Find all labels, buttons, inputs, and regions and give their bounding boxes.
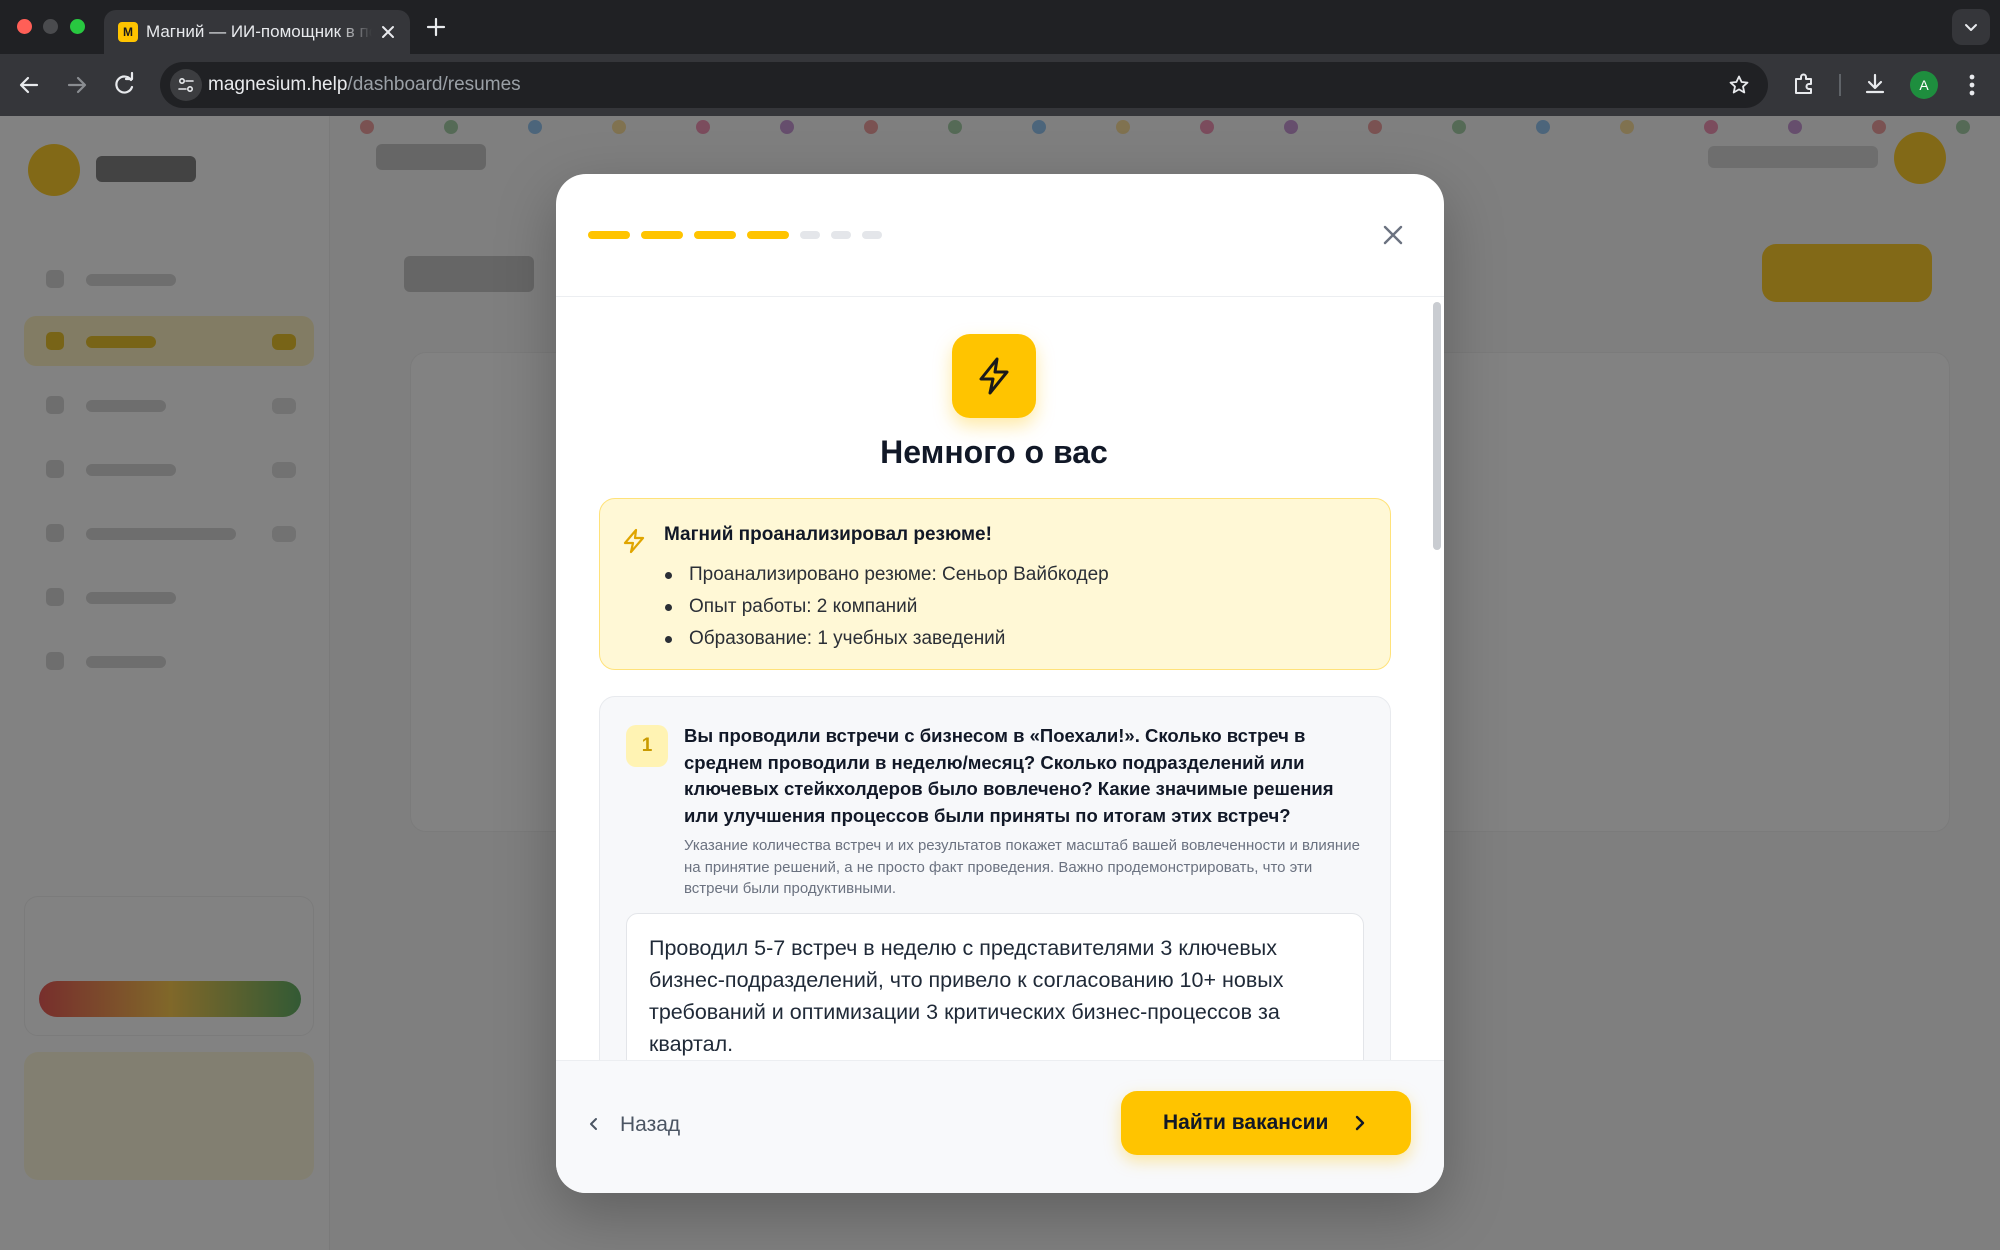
window-zoom-button[interactable] (70, 19, 85, 34)
chevron-down-icon (1965, 24, 1977, 31)
lightning-icon (623, 528, 645, 554)
close-icon[interactable] (1378, 220, 1408, 250)
find-vacancies-label: Найти вакансии (1163, 1111, 1329, 1134)
browser-menu-icon[interactable] (1960, 71, 1984, 99)
step-completed (747, 231, 789, 239)
reload-icon[interactable] (109, 70, 139, 100)
forward-arrow-icon[interactable] (62, 70, 92, 100)
chevron-left-icon (590, 1118, 597, 1130)
analysis-item-resume: Проанализировано резюме: Сеньор Вайбкоде… (664, 559, 1109, 591)
question-hint: Указание количества встреч и их результа… (684, 837, 1360, 897)
lightning-icon (952, 334, 1036, 418)
analysis-item-experience: Опыт работы: 2 компаний (664, 591, 1109, 623)
back-button[interactable]: Назад (586, 1105, 706, 1145)
extensions-puzzle-icon[interactable] (1791, 71, 1817, 97)
chevron-right-icon (1355, 1115, 1365, 1131)
question-text: Вы проводили встречи с бизнесом в «Поеха… (684, 725, 1334, 826)
address-bar[interactable]: magnesium.help/dashboard/resumes (160, 62, 1768, 108)
browser-tab-bar: М Магний — ИИ-помощник в поиске работы (0, 0, 2000, 54)
step-completed (694, 231, 736, 239)
analysis-item-education: Образование: 1 учебных заведений (664, 623, 1109, 655)
modal-scrollbar-thumb[interactable] (1433, 302, 1441, 550)
answer-textarea[interactable]: Проводил 5-7 встреч в неделю с представи… (626, 913, 1364, 1060)
window-close-button[interactable] (17, 19, 32, 34)
back-arrow-icon[interactable] (14, 70, 44, 100)
modal-header (556, 174, 1444, 297)
modal-body[interactable]: Немного о вас Магний проанализировал рез… (556, 298, 1444, 1060)
download-icon[interactable] (1862, 71, 1888, 97)
url-host: magnesium.help (208, 74, 348, 95)
new-tab-icon[interactable] (425, 16, 447, 38)
url-text[interactable]: magnesium.help/dashboard/resumes (208, 74, 521, 96)
bookmark-star-icon[interactable] (1728, 74, 1750, 96)
step-completed (641, 231, 683, 239)
analysis-title: Магний проанализировал резюме! (664, 524, 992, 545)
step-pending (831, 231, 851, 239)
tab-close-icon[interactable] (378, 22, 398, 42)
site-info-icon[interactable] (170, 69, 202, 101)
browser-toolbar: magnesium.help/dashboard/resumes A (0, 54, 2000, 116)
tab-title: Магний — ИИ-помощник в поиске работы (146, 22, 372, 41)
step-pending (862, 231, 882, 239)
onboarding-modal: Немного о вас Магний проанализировал рез… (556, 174, 1444, 1193)
back-button-label: Назад (620, 1113, 681, 1136)
analysis-list: Проанализировано резюме: Сеньор Вайбкоде… (664, 559, 1109, 655)
question-card: 1 Вы проводили встречи с бизнесом в «Пое… (599, 696, 1391, 1060)
step-completed (588, 231, 630, 239)
modal-title: Немного о вас (880, 434, 1108, 470)
url-path: /dashboard/resumes (347, 74, 521, 95)
profile-avatar[interactable]: A (1910, 71, 1938, 99)
question-number-badge: 1 (626, 725, 668, 767)
find-vacancies-button[interactable]: Найти вакансии (1121, 1091, 1411, 1155)
step-pending (800, 231, 820, 239)
browser-tab-active[interactable]: М Магний — ИИ-помощник в поиске работы (104, 10, 410, 54)
tab-search-button[interactable] (1952, 9, 1990, 45)
resume-analysis-box: Магний проанализировал резюме! Проанализ… (599, 498, 1391, 670)
window-minimize-button[interactable] (43, 19, 58, 34)
tab-favicon-icon: М (118, 22, 138, 42)
toolbar-divider (1839, 74, 1841, 96)
modal-footer: Назад Найти вакансии (556, 1060, 1444, 1193)
